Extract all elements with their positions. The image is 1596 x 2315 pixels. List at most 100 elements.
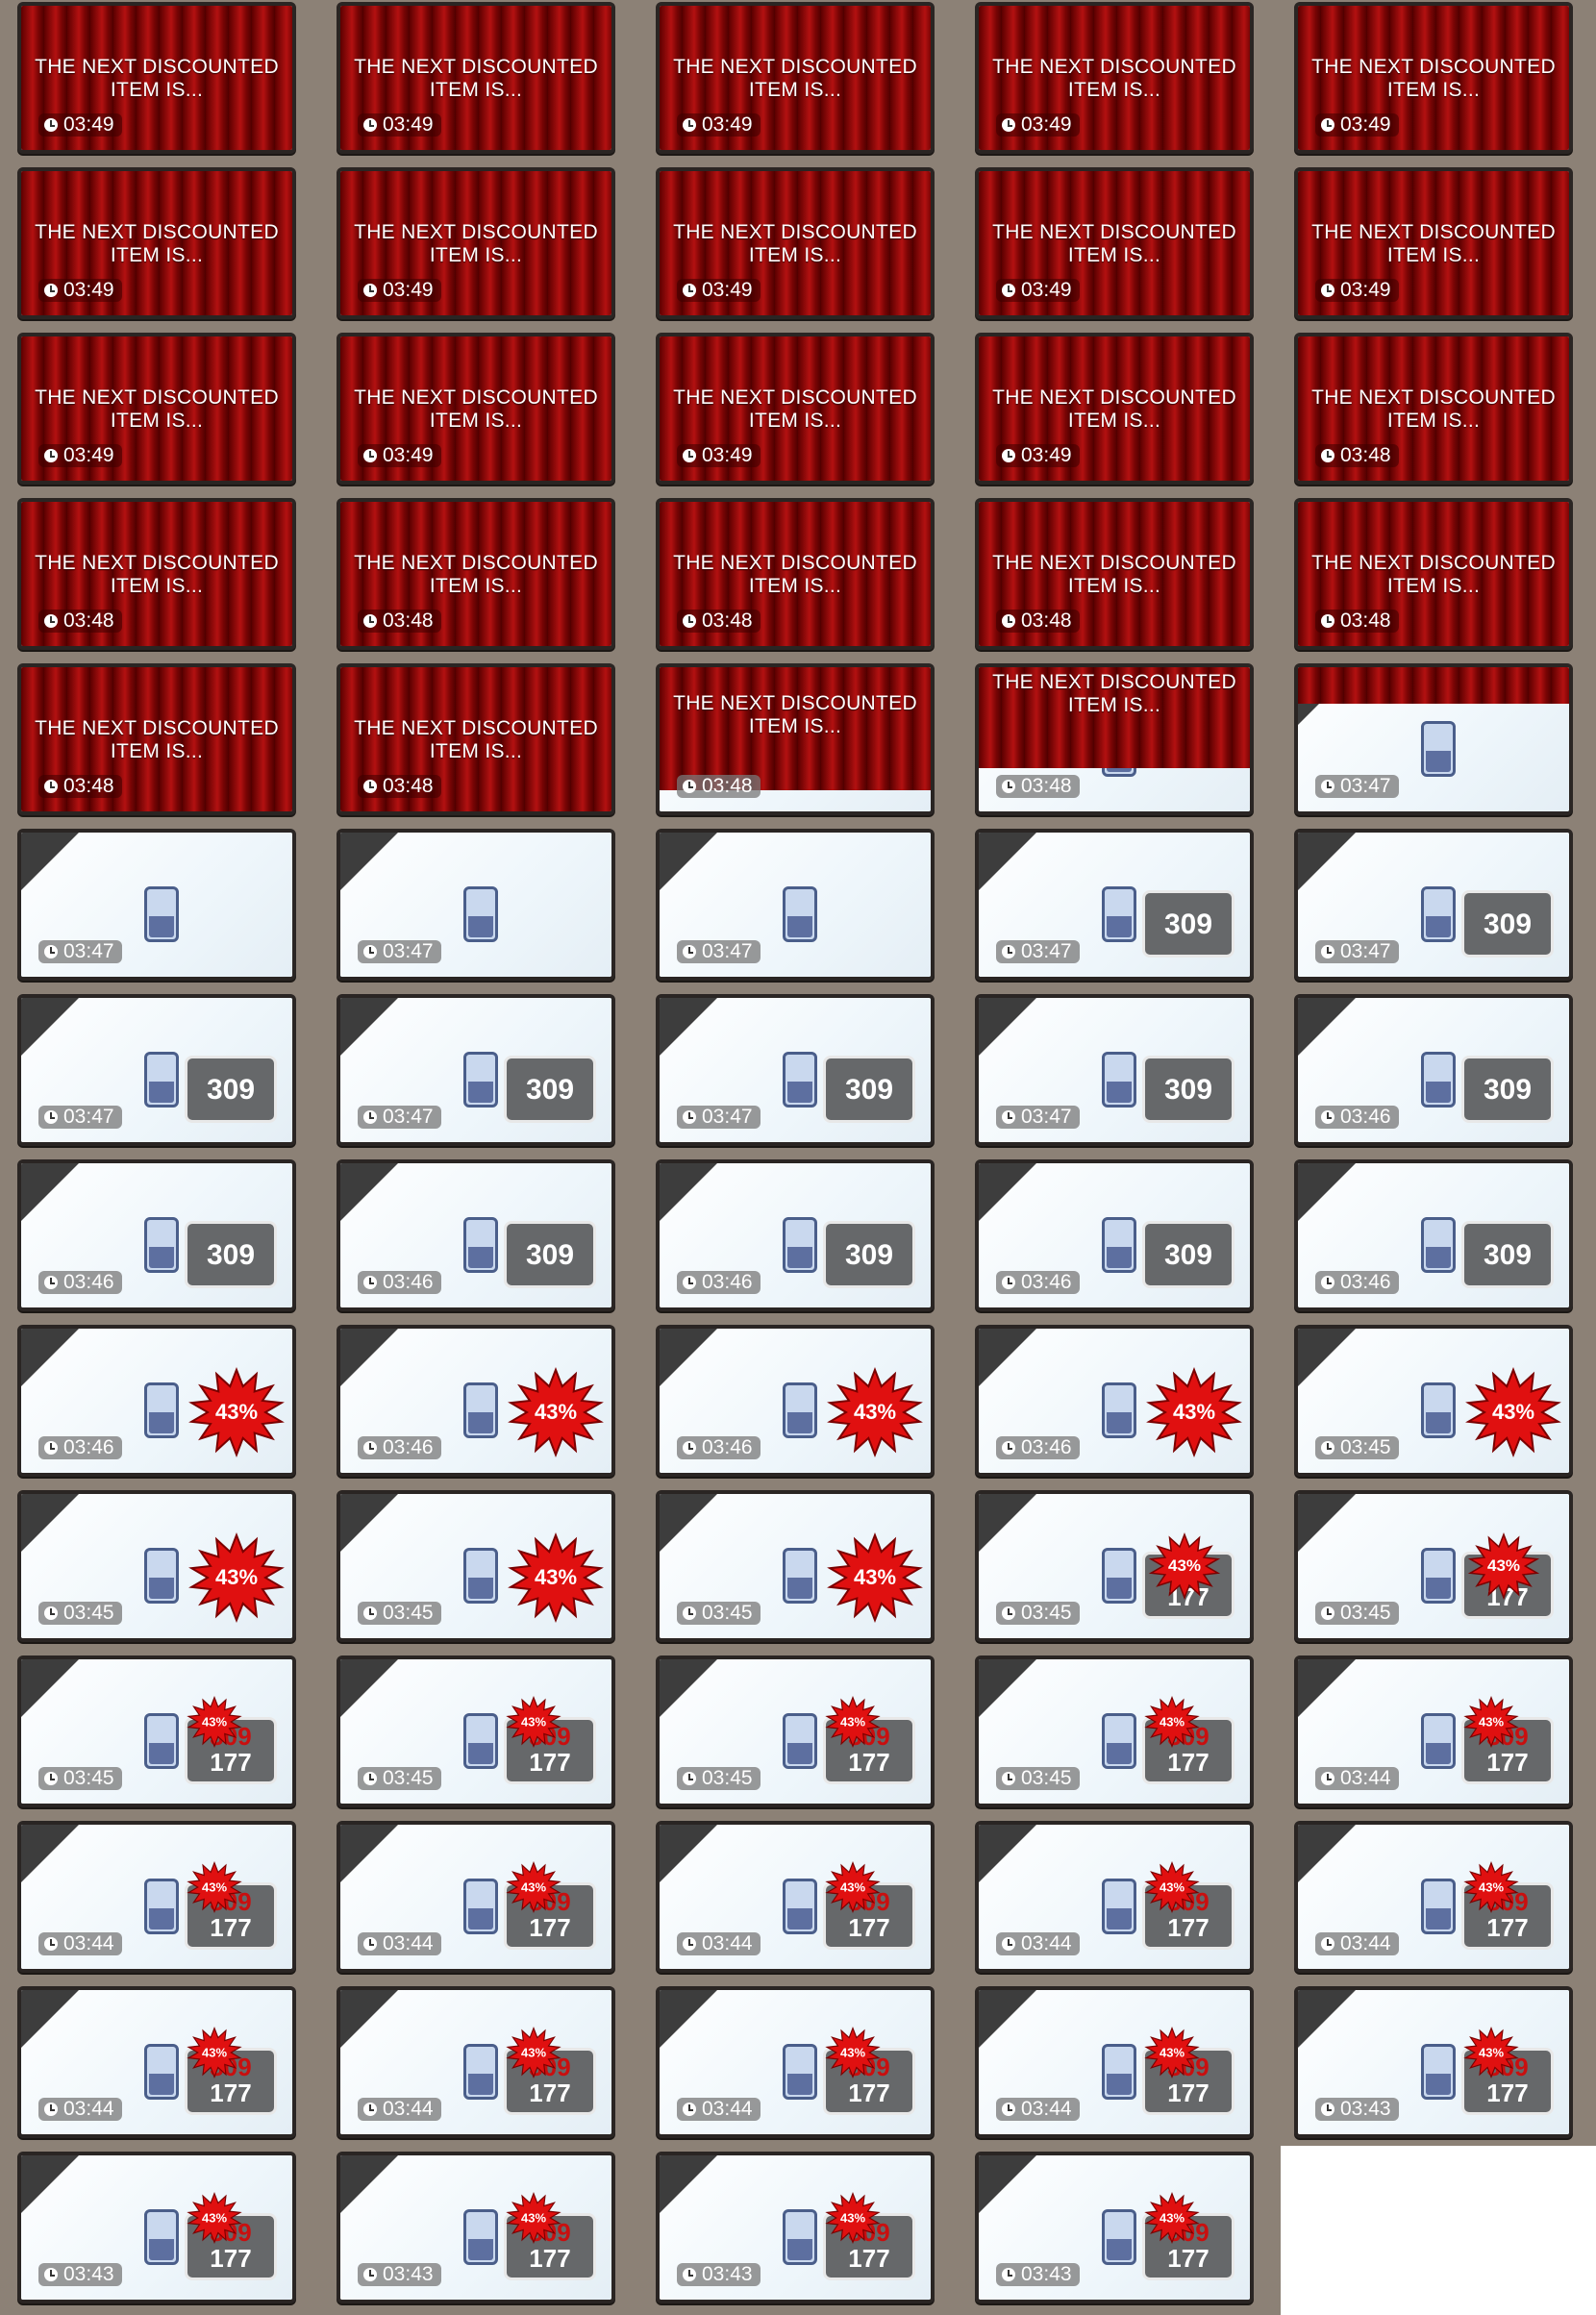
water-bottle-icon — [144, 886, 179, 942]
panel-shadow — [979, 1494, 1036, 1552]
timer-value: 03:45 — [1021, 1602, 1072, 1624]
frame-tile: 309 177 43% 03:44 — [1294, 1821, 1573, 1973]
reveal-message: THE NEXT DISCOUNTED ITEM IS... — [673, 56, 917, 101]
timer-value: 03:43 — [702, 2263, 753, 2285]
countdown-timer: 03:47 — [996, 1106, 1080, 1129]
frame-tile: THE NEXT DISCOUNTED ITEM IS... 03:49 — [1294, 2, 1573, 154]
countdown-timer: 03:48 — [38, 610, 122, 633]
starburst-badge-icon: 43% — [508, 1367, 604, 1457]
price-value: 309 — [206, 1239, 256, 1271]
clock-icon — [1321, 1937, 1334, 1951]
countdown-timer: 03:48 — [996, 610, 1080, 633]
reveal-message: THE NEXT DISCOUNTED ITEM IS... — [1311, 221, 1556, 266]
timer-value: 03:44 — [702, 2098, 753, 2120]
frame-tile: THE NEXT DISCOUNTED ITEM IS... 03:48 — [337, 498, 615, 650]
panel-shadow — [660, 1163, 717, 1221]
starburst-badge-icon: 43% — [1463, 1696, 1519, 1748]
frame-tile: 309 177 43% 03:44 — [337, 1986, 615, 2138]
clock-icon — [363, 1772, 377, 1785]
timer-value: 03:45 — [702, 1602, 753, 1624]
water-bottle-icon — [1102, 886, 1136, 942]
clock-icon — [1002, 118, 1015, 132]
timer-value: 03:48 — [1021, 610, 1072, 632]
new-price: 177 — [529, 2244, 571, 2273]
price-tag: 309 — [185, 1221, 277, 1288]
frame-tile: 309 177 43% 03:43 — [337, 2152, 615, 2303]
countdown-timer: 03:44 — [1315, 1767, 1399, 1790]
timer-value: 03:46 — [383, 1271, 434, 1293]
discount-label: 43% — [839, 2210, 866, 2226]
discount-label: 43% — [1159, 2210, 1185, 2226]
price-value: 309 — [1163, 1239, 1213, 1271]
discount-label: 43% — [839, 1879, 866, 1895]
clock-icon — [1321, 780, 1334, 793]
clock-icon — [683, 1441, 696, 1455]
frame-tile: 309 177 43% 03:44 — [1294, 1655, 1573, 1807]
countdown-timer: 03:45 — [996, 1602, 1080, 1625]
frame-tile: THE NEXT DISCOUNTED ITEM IS... 03:49 — [656, 2, 935, 154]
price-tag: 309 — [1142, 1056, 1234, 1123]
water-bottle-icon — [144, 1382, 179, 1438]
frame-tile: 03:47 — [656, 829, 935, 981]
starburst-badge-icon: 43% — [825, 2027, 881, 2079]
new-price: 177 — [848, 1748, 890, 1777]
discount-label: 43% — [201, 2210, 228, 2226]
discount-label: 43% — [520, 2210, 547, 2226]
frame-tile: 309 177 43% 03:45 — [17, 1655, 296, 1807]
frame-tile: 309 03:47 — [337, 994, 615, 1146]
reveal-message: THE NEXT DISCOUNTED ITEM IS... — [1311, 56, 1556, 101]
panel-shadow — [340, 833, 398, 890]
panel-shadow — [21, 1329, 79, 1386]
panel-shadow — [340, 2155, 398, 2213]
countdown-timer: 03:44 — [1315, 1932, 1399, 1955]
frame-tile: 43% 03:45 — [656, 1490, 935, 1642]
water-bottle-icon — [783, 1879, 817, 1934]
clock-icon — [1002, 1606, 1015, 1620]
clock-icon — [363, 284, 377, 297]
clock-icon — [1321, 1772, 1334, 1785]
panel-shadow — [340, 998, 398, 1056]
new-price: 177 — [529, 2079, 571, 2107]
countdown-timer: 03:49 — [996, 113, 1080, 137]
starburst-badge-icon: 43% — [187, 1696, 242, 1748]
clock-icon — [363, 1937, 377, 1951]
timer-value: 03:44 — [63, 1932, 114, 1954]
price-value: 309 — [844, 1239, 894, 1271]
new-price: 177 — [210, 2244, 252, 2273]
reveal-message: THE NEXT DISCOUNTED ITEM IS... — [992, 386, 1236, 432]
timer-value: 03:49 — [702, 444, 753, 466]
water-bottle-icon — [144, 1713, 179, 1769]
frame-tile: 309 177 43% 03:45 — [975, 1655, 1254, 1807]
timer-value: 03:47 — [702, 1106, 753, 1128]
countdown-timer: 03:47 — [1315, 775, 1399, 798]
starburst-badge-icon: 43% — [188, 1367, 285, 1457]
panel-shadow — [21, 1659, 79, 1717]
countdown-timer: 03:46 — [677, 1436, 761, 1459]
timer-value: 03:49 — [1340, 279, 1391, 301]
frame-tile: 309 03:47 — [975, 829, 1254, 981]
price-value: 309 — [1483, 1239, 1533, 1271]
reveal-message: THE NEXT DISCOUNTED ITEM IS... — [35, 221, 279, 266]
clock-icon — [363, 1441, 377, 1455]
panel-shadow — [1298, 1163, 1356, 1221]
countdown-timer: 03:44 — [996, 1932, 1080, 1955]
water-bottle-icon — [463, 2209, 498, 2265]
countdown-timer: 03:49 — [358, 113, 441, 137]
countdown-timer: 03:47 — [358, 1106, 441, 1129]
clock-icon — [683, 1606, 696, 1620]
countdown-timer: 03:48 — [1315, 610, 1399, 633]
countdown-timer: 03:47 — [677, 1106, 761, 1129]
water-bottle-icon — [144, 2209, 179, 2265]
timer-value: 03:44 — [1340, 1767, 1391, 1789]
panel-shadow — [660, 1825, 717, 1882]
frame-tile: 03:47 — [337, 829, 615, 981]
new-price: 177 — [210, 1913, 252, 1942]
countdown-timer: 03:46 — [358, 1271, 441, 1294]
timer-value: 03:44 — [1021, 2098, 1072, 2120]
countdown-timer: 03:47 — [38, 1106, 122, 1129]
frame-tile: 309 03:47 — [1294, 829, 1573, 981]
countdown-timer: 03:47 — [38, 940, 122, 963]
timer-value: 03:47 — [1340, 775, 1391, 797]
panel-shadow — [21, 1494, 79, 1552]
frame-tile: THE NEXT DISCOUNTED ITEM IS... 03:48 — [17, 498, 296, 650]
